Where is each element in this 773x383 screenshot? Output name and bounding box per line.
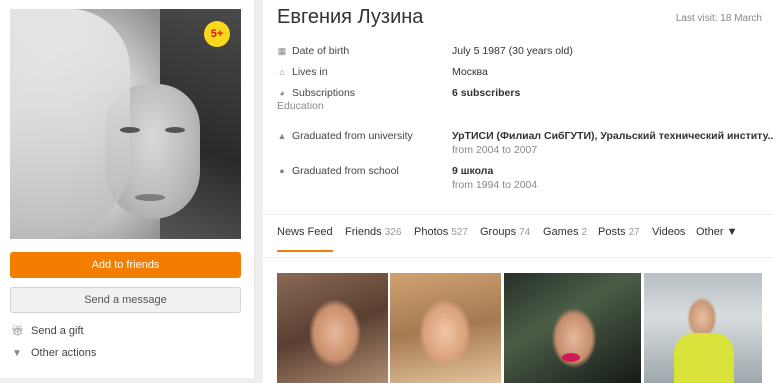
- lives-value[interactable]: Москва: [452, 66, 488, 78]
- subs-value[interactable]: 6 subscribers: [452, 87, 520, 99]
- photo-thumbnail[interactable]: [390, 273, 501, 383]
- graduation-cap-icon: ▲: [277, 131, 287, 141]
- avatar-mouth: [135, 194, 165, 201]
- tab-label: News Feed: [277, 226, 333, 238]
- dob-label: Date of birth: [292, 45, 350, 57]
- last-visit: Last visit: 18 March: [675, 13, 762, 24]
- dob-value: July 5 1987 (30 years old): [452, 45, 573, 57]
- tab-label: Friends: [345, 226, 382, 238]
- tab-news-feed[interactable]: News Feed: [277, 226, 333, 252]
- subs-label: Subscriptions: [292, 87, 356, 99]
- univ-years: from 2004 to 2007: [452, 144, 538, 156]
- school-label-row: ● Graduated from school: [277, 165, 399, 177]
- tab-groups[interactable]: Groups 74: [480, 226, 530, 238]
- pin-icon: ●: [279, 166, 285, 176]
- tab-posts[interactable]: Posts 27: [598, 226, 640, 238]
- school-years: from 1994 to 2004: [452, 179, 538, 191]
- tab-photos[interactable]: Photos 527: [414, 226, 468, 238]
- photo-detail: [562, 353, 580, 362]
- tab-label: Other ▼: [696, 226, 738, 238]
- subs-label-row: ◕ Subscriptions: [277, 87, 355, 99]
- profile-name: Евгения Лузина: [277, 6, 424, 28]
- send-message-button[interactable]: Send a message: [10, 287, 241, 313]
- avatar-eye: [120, 127, 140, 133]
- univ-value[interactable]: УрТИСИ (Филиал СибГУТИ), Уральский техни…: [452, 130, 773, 142]
- send-gift-label: Send a gift: [31, 325, 84, 337]
- tab-count: 74: [519, 227, 531, 238]
- photo-thumbnail[interactable]: [277, 273, 388, 383]
- avatar-eye: [165, 127, 185, 133]
- house-icon: ⌂: [279, 67, 285, 77]
- photo-thumbnail[interactable]: [504, 273, 641, 383]
- photo-thumbnail[interactable]: [644, 273, 762, 383]
- other-actions-link[interactable]: ▼ Other actions: [11, 347, 96, 359]
- tab-other[interactable]: Other ▼: [696, 226, 737, 238]
- lives-label: Lives in: [292, 66, 328, 78]
- tab-games[interactable]: Games 2: [543, 226, 587, 238]
- tab-label: Videos: [652, 226, 686, 238]
- triangle-down-icon: ▼: [12, 347, 22, 359]
- tab-count: 326: [384, 227, 402, 238]
- education-heading: Education: [277, 100, 324, 112]
- tab-count: 27: [628, 227, 640, 238]
- photo-detail: [674, 333, 734, 383]
- tab-count: 527: [451, 227, 468, 238]
- calendar-icon: ▦: [277, 46, 287, 56]
- tab-label: Games: [543, 226, 579, 238]
- tab-videos[interactable]: Videos: [652, 226, 685, 238]
- profile-sidebar: 5+ Add to friends Send a message 🎁︎ Send…: [0, 0, 255, 378]
- univ-label-row: ▲ Graduated from university: [277, 130, 413, 142]
- tab-friends[interactable]: Friends 326: [345, 226, 401, 238]
- send-gift-link[interactable]: 🎁︎ Send a gift: [11, 325, 84, 337]
- rss-icon: ◕: [279, 88, 285, 98]
- avatar-hair: [10, 9, 130, 239]
- add-to-friends-button[interactable]: Add to friends: [10, 252, 241, 278]
- school-value[interactable]: 9 школа: [452, 165, 493, 177]
- dob-label-row: ▦ Date of birth: [277, 45, 349, 57]
- univ-label: Graduated from university: [292, 130, 413, 142]
- profile-avatar[interactable]: [10, 9, 241, 239]
- lives-label-row: ⌂ Lives in: [277, 66, 328, 78]
- profile-tabs: News Feed Friends 326 Photos 527 Groups …: [263, 214, 773, 252]
- tab-label: Photos: [414, 226, 449, 238]
- age-rating-badge: 5+: [204, 21, 230, 47]
- other-actions-label: Other actions: [31, 347, 97, 359]
- tab-label: Groups: [480, 226, 517, 238]
- school-label: Graduated from school: [292, 165, 399, 177]
- tab-count: 2: [581, 227, 588, 238]
- tab-label: Posts: [598, 226, 626, 238]
- gift-icon: 🎁︎: [11, 325, 24, 337]
- photo-strip: [263, 258, 773, 383]
